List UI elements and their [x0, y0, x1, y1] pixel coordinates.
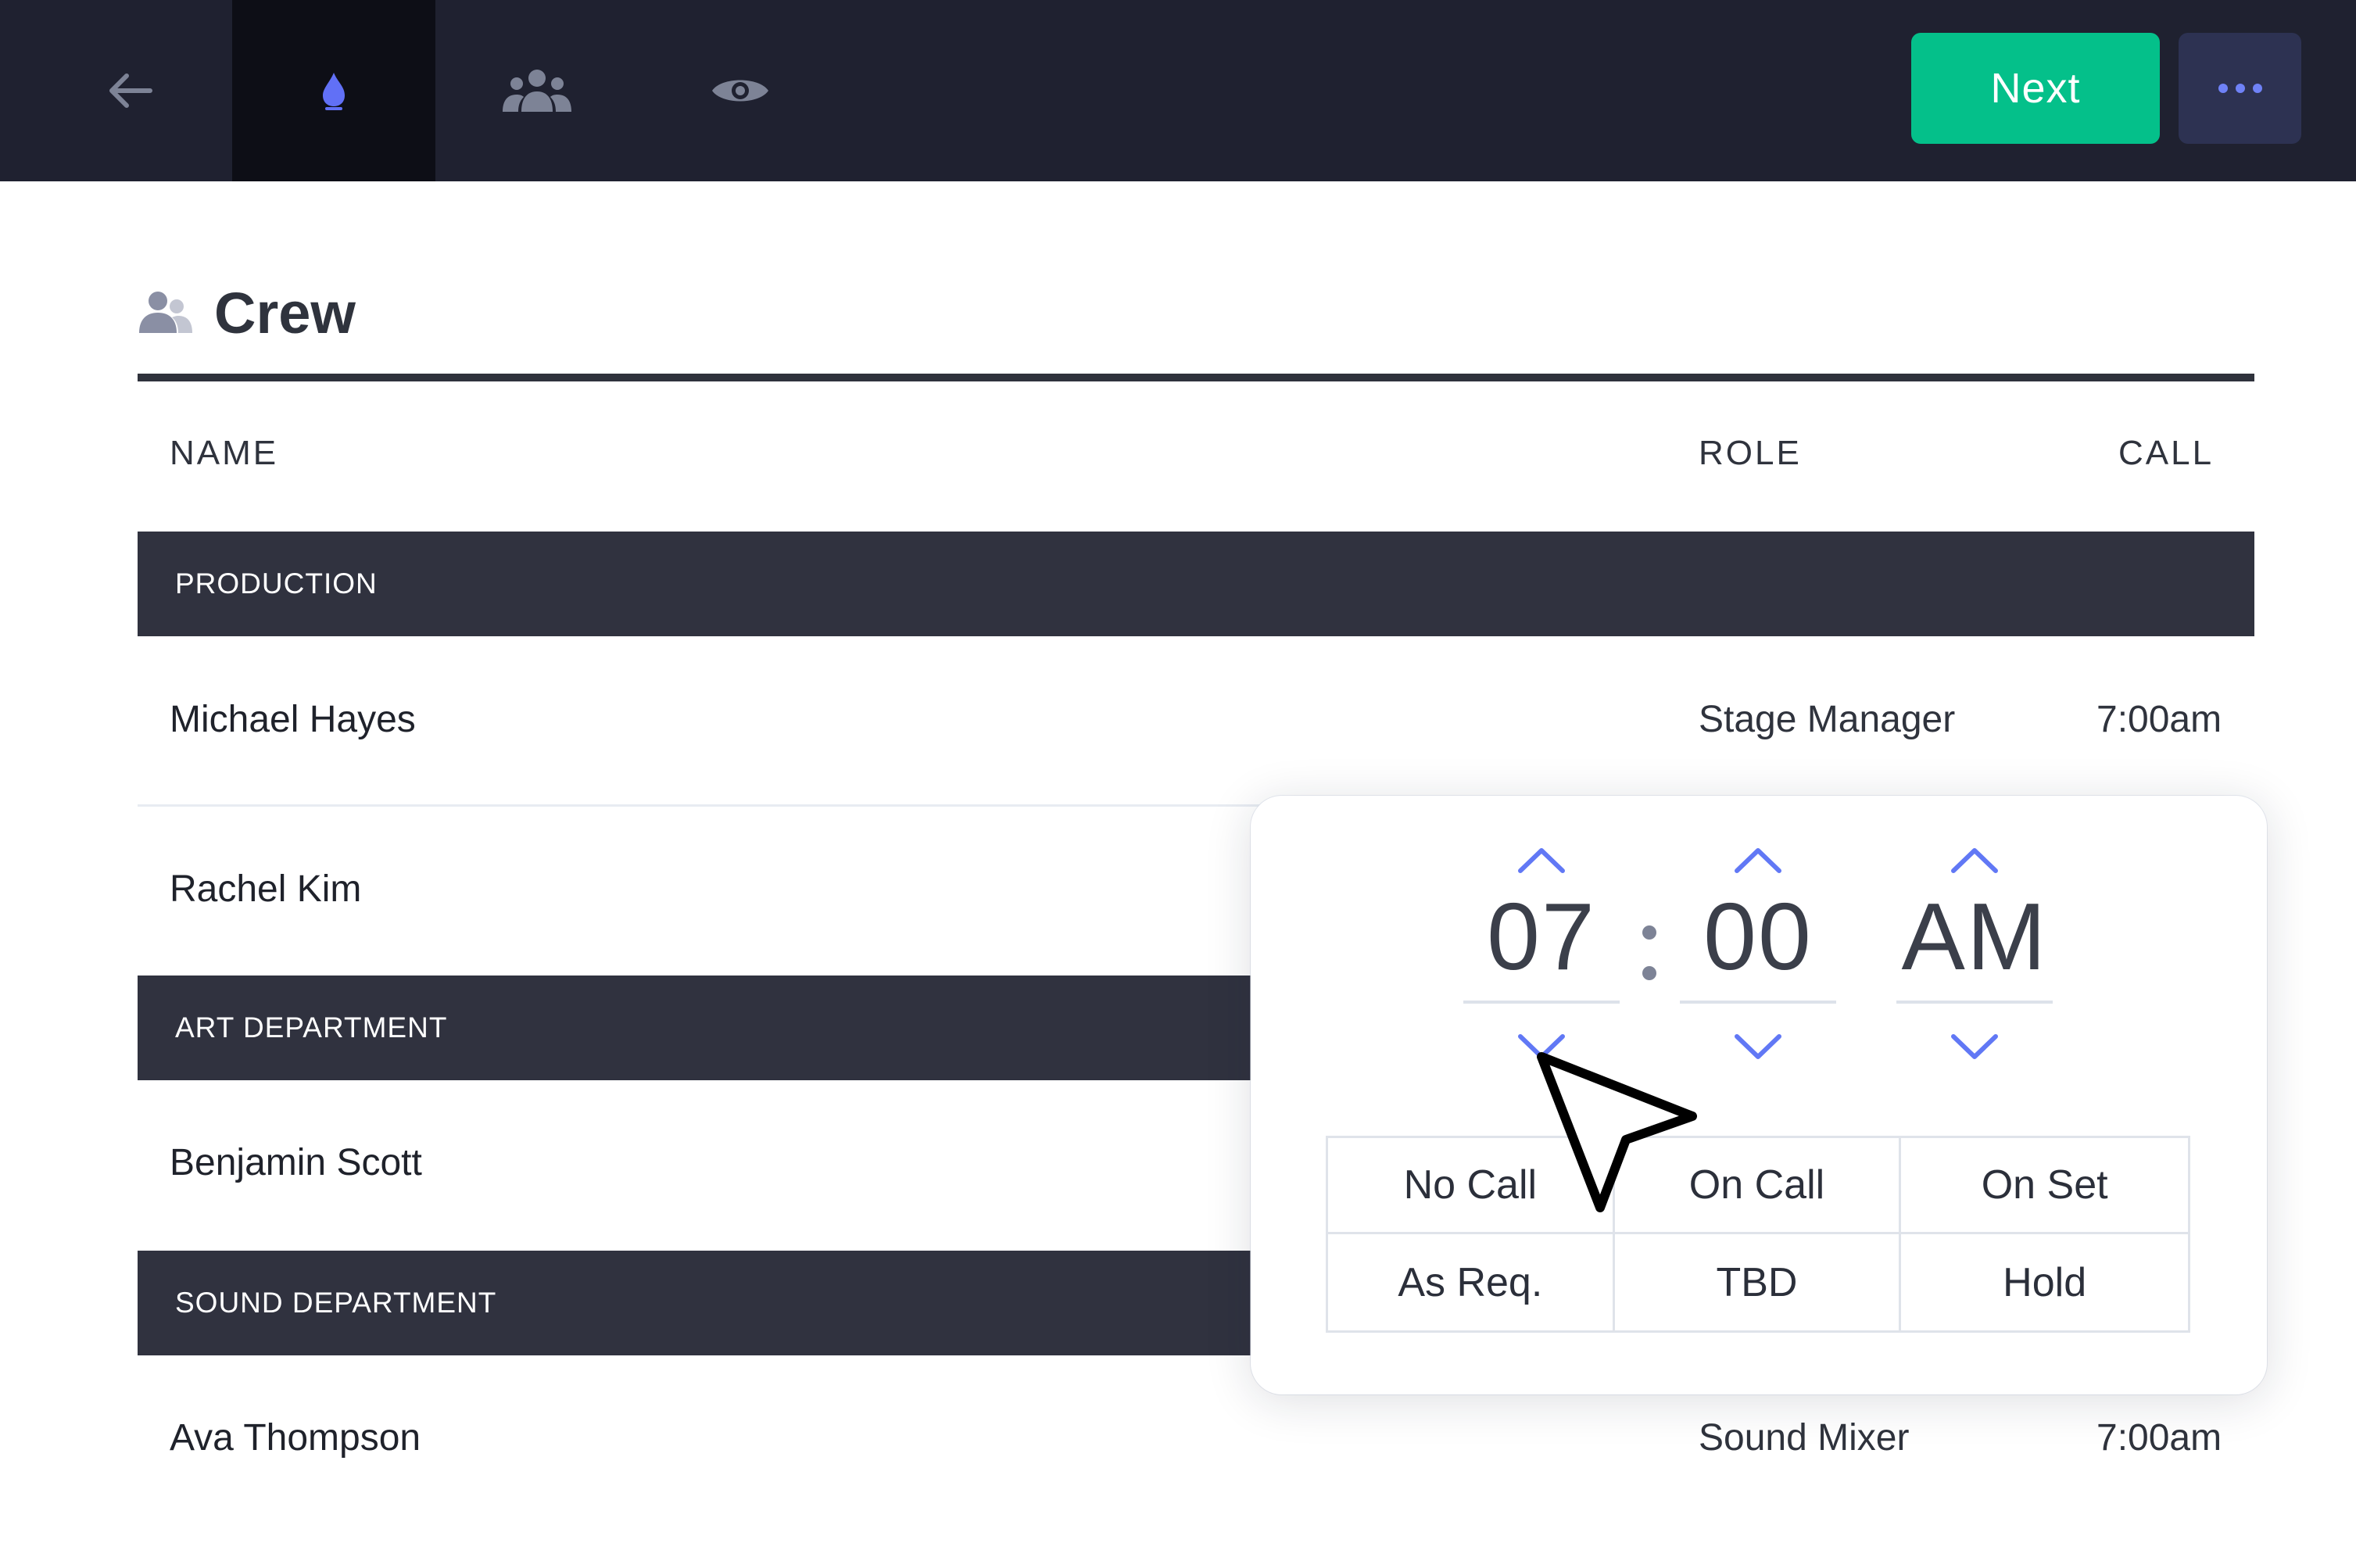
column-header-name: NAME	[170, 434, 279, 472]
meridiem-up-icon[interactable]	[1947, 844, 2002, 875]
page-title: Crew	[214, 280, 356, 345]
option-as-required[interactable]: As Req.	[1328, 1234, 1615, 1330]
flame-icon	[323, 73, 345, 110]
call-status-options: No Call On Call On Set As Req. TBD Hold	[1326, 1136, 2190, 1333]
back-arrow-icon	[109, 73, 152, 108]
meridiem-down-icon[interactable]	[1947, 1032, 2002, 1063]
tab-crew[interactable]	[435, 0, 639, 181]
tab-details[interactable]	[232, 0, 435, 181]
next-button[interactable]: Next	[1911, 33, 2160, 144]
time-colon	[1642, 925, 1656, 980]
group-label: ART DEPARTMENT	[175, 1011, 448, 1044]
option-hold[interactable]: Hold	[1901, 1234, 2188, 1330]
crew-role[interactable]: Stage Manager	[1699, 698, 1955, 741]
group-label: SOUND DEPARTMENT	[175, 1287, 497, 1319]
meridiem-underline	[1896, 1001, 2053, 1004]
column-header-role: ROLE	[1699, 434, 1802, 472]
more-dots-icon	[2218, 84, 2262, 93]
hour-up-icon[interactable]	[1514, 844, 1569, 875]
section-header: Crew	[138, 274, 356, 352]
crew-name[interactable]: Michael Hayes	[170, 698, 416, 741]
hour-underline	[1463, 1001, 1620, 1004]
crew-call-time[interactable]: 7:00am	[2096, 1416, 2222, 1459]
option-tbd[interactable]: TBD	[1615, 1234, 1902, 1330]
minute-down-icon[interactable]	[1731, 1032, 1785, 1063]
back-button[interactable]	[28, 0, 231, 181]
group-label: PRODUCTION	[175, 567, 378, 600]
more-options-button[interactable]	[2179, 33, 2301, 144]
minute-underline	[1680, 1001, 1836, 1004]
minute-up-icon[interactable]	[1731, 844, 1785, 875]
people-icon	[139, 292, 192, 333]
option-on-set[interactable]: On Set	[1901, 1138, 2188, 1234]
eye-icon	[712, 80, 768, 102]
minute-value[interactable]: 00	[1680, 882, 1836, 991]
crew-name[interactable]: Rachel Kim	[170, 868, 361, 911]
group-header-production: PRODUCTION	[138, 532, 2254, 636]
mouse-pointer-icon	[1537, 1052, 1697, 1212]
people-icon	[503, 70, 571, 112]
column-header-call: CALL	[2118, 434, 2215, 472]
tab-preview[interactable]	[639, 0, 842, 181]
meridiem-value[interactable]: AM	[1896, 882, 2053, 991]
hour-value[interactable]: 07	[1463, 882, 1620, 991]
top-toolbar: Next	[0, 0, 2356, 181]
crew-role[interactable]: Sound Mixer	[1699, 1416, 1909, 1459]
heading-divider	[138, 374, 2254, 381]
crew-call-time[interactable]: 7:00am	[2096, 698, 2222, 741]
crew-name[interactable]: Ava Thompson	[170, 1416, 421, 1459]
crew-name[interactable]: Benjamin Scott	[170, 1141, 422, 1184]
